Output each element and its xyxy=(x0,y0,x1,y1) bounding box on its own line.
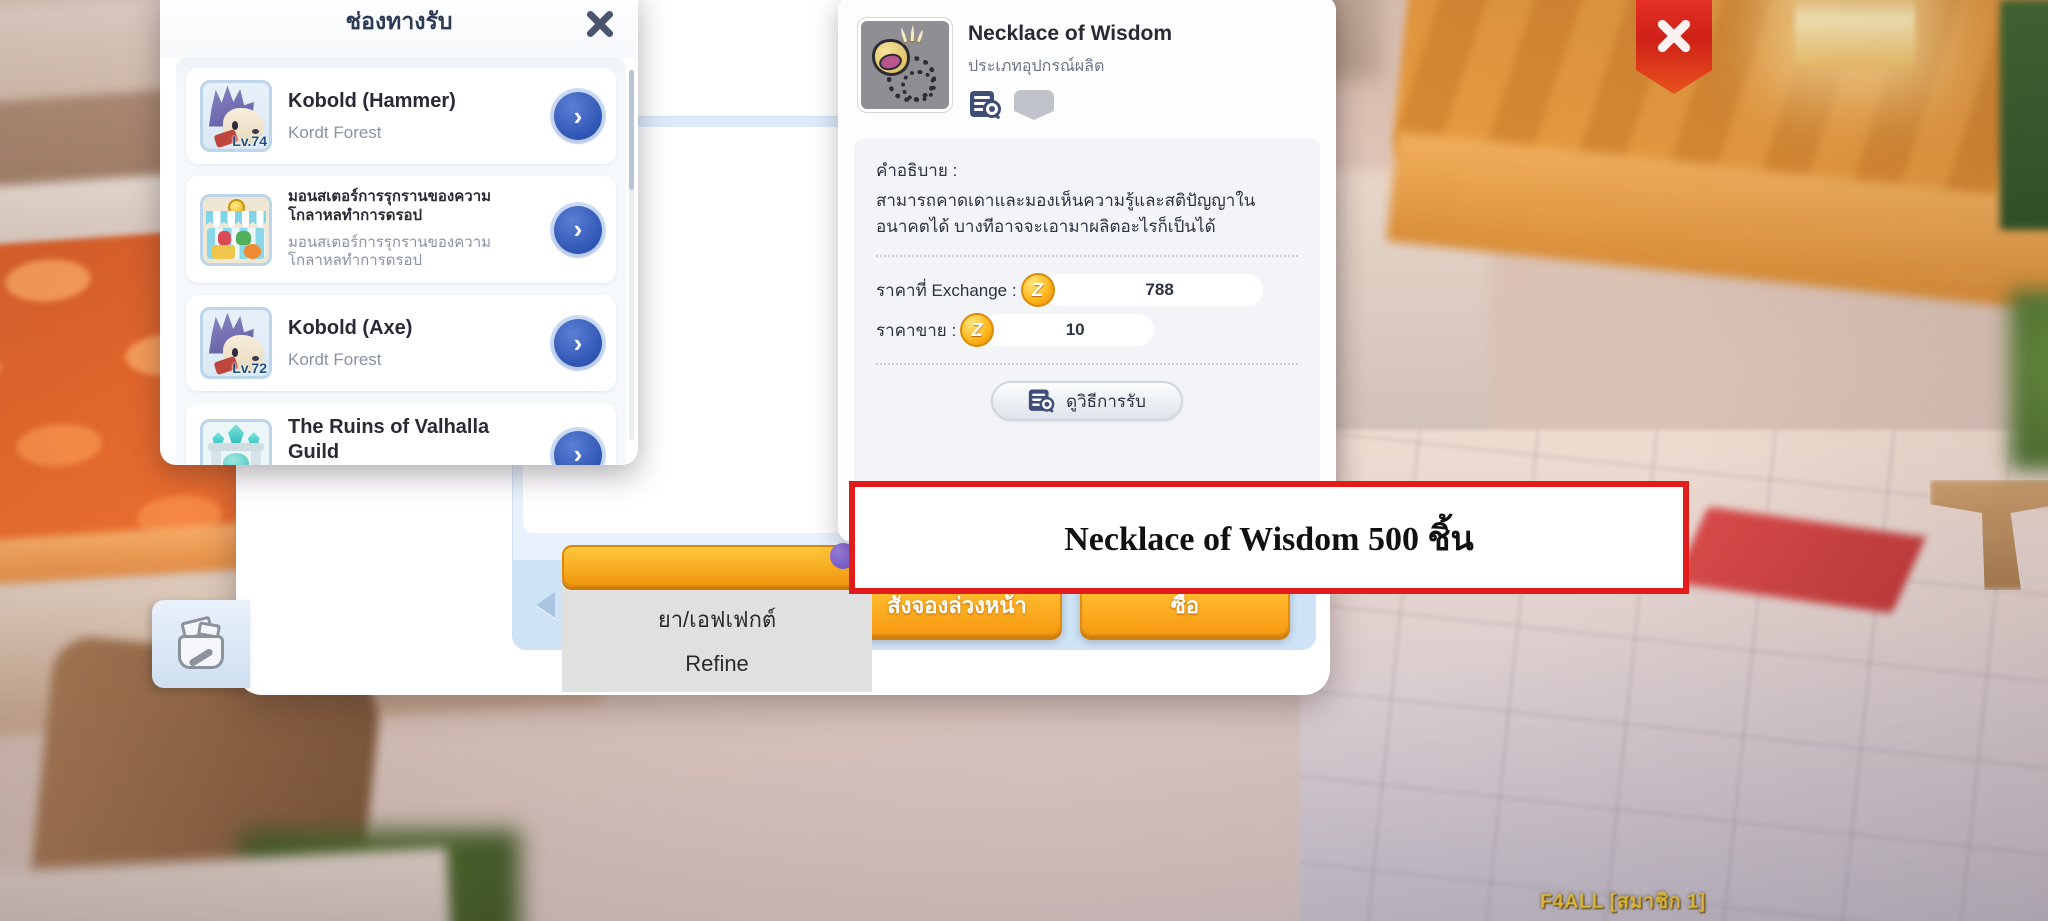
item-detail-panel: Necklace of Wisdom ประเภทอุปกรณ์ผลิต คำอ… xyxy=(838,0,1336,542)
necklace-crown2-icon xyxy=(908,24,916,44)
ruins-pillar-left-icon xyxy=(210,450,222,465)
ruins-crystal-center-icon xyxy=(228,424,244,445)
close-x-icon xyxy=(1654,16,1694,56)
list-item[interactable]: มอนสเตอร์การรุกรานของความโกลาหลทำการดรอป… xyxy=(186,176,616,283)
monster-thumbnail: Lv.74 xyxy=(200,80,272,152)
sell-price-row: ราคาขาย : Z 10 xyxy=(876,313,1298,347)
stall-awning-icon xyxy=(205,211,267,229)
item-name: Necklace of Wisdom xyxy=(968,22,1173,45)
ruins-orb-icon xyxy=(222,453,250,465)
stall-box-icon xyxy=(212,245,235,259)
stall-pot-green-icon xyxy=(236,230,251,246)
annotation-text: Necklace of Wisdom 500 ชิ้น xyxy=(1064,520,1474,558)
list-item-texts: Kobold (Hammer) Kordt Forest xyxy=(288,89,538,143)
item-icon-row xyxy=(968,89,1172,121)
list-item-texts: The Ruins of Valhalla Guild The Ruins of… xyxy=(288,415,538,465)
category-refine[interactable]: Refine xyxy=(685,651,749,677)
drop-source-list: Lv.74 Kobold (Hammer) Kordt Forest › มอน… xyxy=(176,58,626,465)
invasion-stall-icon xyxy=(203,196,269,263)
monster-name: Kobold (Axe) xyxy=(288,316,413,339)
category-list: ยา/เอฟเฟกต์ Refine xyxy=(562,587,872,692)
sell-price-label: ราคาขาย : xyxy=(876,320,957,340)
monster-thumbnail xyxy=(200,418,272,465)
exchange-price-label: ราคาที่ Exchange : xyxy=(876,280,1017,300)
item-header-text: Necklace of Wisdom ประเภทอุปกรณ์ผลิต xyxy=(968,18,1172,121)
document-search-icon-small xyxy=(1028,389,1055,413)
monster-location: Kordt Forest xyxy=(288,122,382,142)
goto-button[interactable]: › xyxy=(554,205,602,254)
shield-grey-icon[interactable] xyxy=(1014,90,1054,120)
ruins-lintel-icon xyxy=(208,442,264,451)
monster-name: มอนสเตอร์การรุกรานของความโกลาหลทำการดรอป xyxy=(288,188,492,224)
how-to-obtain-label: ดูวิธีการรับ xyxy=(1066,391,1146,411)
item-detail-body: คำอธิบาย : สามารถคาดเดาและมองเห็นความรู้… xyxy=(854,139,1320,531)
drop-source-modal: ช่องทางรับ Lv.74 Kobold (Hammer) Kordt F… xyxy=(160,0,638,465)
goto-button[interactable]: › xyxy=(554,319,602,367)
divider-2 xyxy=(876,363,1298,365)
monster-thumbnail xyxy=(200,193,272,266)
annotation-callout-box: Necklace of Wisdom 500 ชิ้น xyxy=(849,481,1689,594)
goto-button[interactable]: › xyxy=(554,430,602,465)
bag-icon xyxy=(174,615,228,669)
sell-price-value: 10 xyxy=(982,314,1155,346)
category-tool-button[interactable] xyxy=(562,543,872,587)
category-column: ยา/เอฟเฟกต์ Refine xyxy=(562,543,872,695)
how-to-obtain-button[interactable]: ดูวิธีการรับ xyxy=(991,381,1183,421)
category-potion-effect[interactable]: ยา/เอฟเฟกต์ xyxy=(658,602,776,637)
zeny-coin-icon-exchange: Z xyxy=(1020,273,1055,307)
necklace-crown3-icon xyxy=(915,27,927,44)
goto-button[interactable]: › xyxy=(554,92,602,140)
list-item[interactable]: The Ruins of Valhalla Guild The Ruins of… xyxy=(186,403,616,465)
necklace-item-icon xyxy=(861,21,949,109)
monster-location: Kordt Forest xyxy=(288,349,382,369)
exchange-price-row: ราคาที่ Exchange : Z 788 xyxy=(876,273,1298,307)
item-type: ประเภทอุปกรณ์ผลิต xyxy=(968,58,1105,75)
monster-level-badge: Lv.72 xyxy=(232,360,267,376)
monster-name: Kobold (Hammer) xyxy=(288,89,456,112)
list-item-texts: มอนสเตอร์การรุกรานของความโกลาหลทำการดรอป… xyxy=(288,188,538,271)
description-label: คำอธิบาย : xyxy=(876,161,958,180)
bag-tab-button[interactable] xyxy=(152,600,250,688)
drop-modal-close-button[interactable] xyxy=(584,8,616,40)
description-text: สามารถคาดเดาและมองเห็นความรู้และสติปัญญา… xyxy=(876,191,1256,236)
document-search-icon[interactable] xyxy=(968,89,1004,121)
ruins-pillar-right-icon xyxy=(250,450,262,465)
stall-pumpkin-icon xyxy=(243,244,262,259)
pagination-prev-button[interactable] xyxy=(536,592,555,618)
stall-pot-red-icon xyxy=(217,230,231,246)
item-thumbnail[interactable] xyxy=(858,18,952,112)
divider-1 xyxy=(876,255,1298,257)
list-item-texts: Kobold (Axe) Kordt Forest xyxy=(288,316,538,370)
list-item[interactable]: Lv.74 Kobold (Hammer) Kordt Forest › xyxy=(186,68,616,164)
drop-modal-scroll-thumb[interactable] xyxy=(629,70,634,190)
drop-modal-scrollbar[interactable] xyxy=(629,70,634,440)
monster-level-badge: Lv.74 xyxy=(232,133,267,149)
ruins-icon xyxy=(203,421,269,465)
monster-thumbnail: Lv.72 xyxy=(200,307,272,379)
monster-location: มอนสเตอร์การรุกรานของความโกลาหลทำการดรอป xyxy=(288,233,492,270)
monster-name: The Ruins of Valhalla Guild xyxy=(288,416,490,463)
item-detail-header: Necklace of Wisdom ประเภทอุปกรณ์ผลิต xyxy=(838,0,1336,131)
drop-modal-title: ช่องทางรับ xyxy=(160,0,638,58)
list-item[interactable]: Lv.72 Kobold (Axe) Kordt Forest › xyxy=(186,295,616,391)
exchange-price-value: 788 xyxy=(1042,274,1263,306)
player-name-label: F4ALL [สมาชิก 1] xyxy=(1540,891,1706,913)
zeny-coin-icon-sell: Z xyxy=(960,313,995,347)
